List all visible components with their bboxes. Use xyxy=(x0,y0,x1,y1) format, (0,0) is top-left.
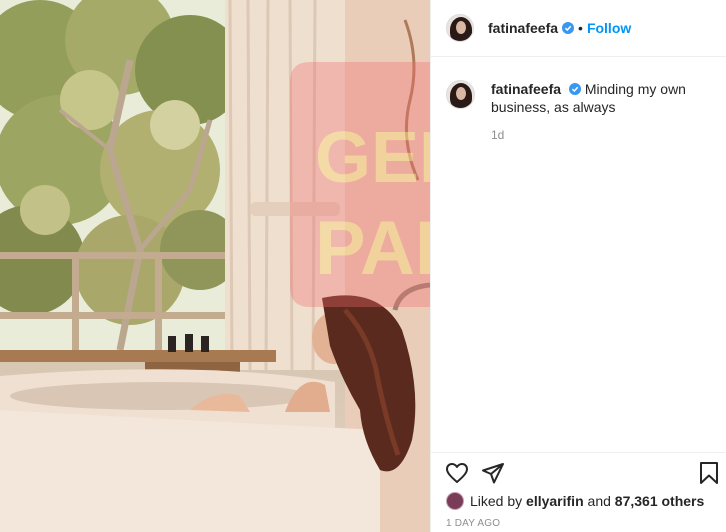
post-header: fatinafeefa • Follow xyxy=(431,0,726,57)
follow-button[interactable]: Follow xyxy=(587,20,631,36)
caption-time[interactable]: 1d xyxy=(491,126,716,144)
liker-avatar[interactable] xyxy=(446,492,464,510)
likes-connector: and xyxy=(587,493,611,509)
likes-prefix: Liked by xyxy=(470,493,523,509)
liker-username[interactable]: ellyarifin xyxy=(526,493,584,509)
post-caption: fatinafeefa Minding my own business, as … xyxy=(446,80,716,144)
author-username[interactable]: fatinafeefa xyxy=(488,20,558,36)
heart-icon[interactable] xyxy=(445,461,469,485)
verified-badge-icon xyxy=(562,22,575,34)
likes-summary: Liked by ellyarifin and 87,361 others xyxy=(446,492,704,510)
post-side-panel: fatinafeefa • Follow fatinafeefa Minding… xyxy=(430,0,726,532)
caption-username[interactable]: fatinafeefa xyxy=(491,81,561,97)
caption-avatar[interactable] xyxy=(446,80,475,109)
post-actions xyxy=(431,452,726,492)
bookmark-icon[interactable] xyxy=(697,461,721,485)
share-icon[interactable] xyxy=(481,461,505,485)
post-date[interactable]: 1 DAY AGO xyxy=(446,518,500,529)
author-avatar[interactable] xyxy=(446,14,474,42)
likes-count-link[interactable]: 87,361 others xyxy=(615,493,705,509)
bathtub-scene-image xyxy=(0,0,430,532)
verified-badge-icon xyxy=(568,83,581,95)
post-photo[interactable] xyxy=(0,0,430,532)
header-separator: • xyxy=(578,20,583,36)
